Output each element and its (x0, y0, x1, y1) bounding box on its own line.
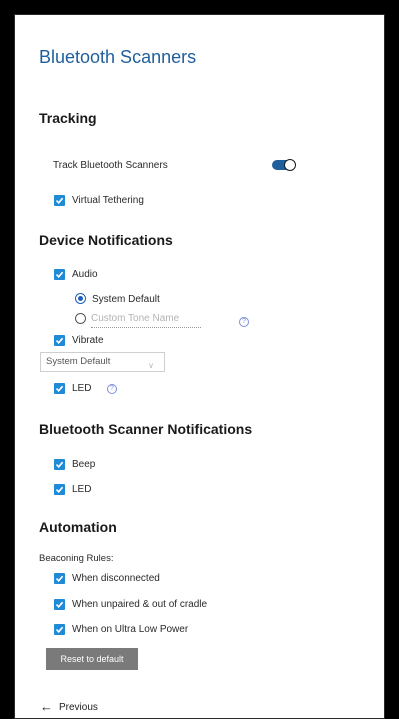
vibrate-checkbox[interactable] (54, 335, 65, 346)
settings-panel: Bluetooth Scanners Tracking Track Blueto… (14, 14, 385, 719)
system-default-radio[interactable] (75, 293, 86, 304)
device-led-checkbox[interactable] (54, 383, 65, 394)
vibrate-label: Vibrate (72, 335, 104, 346)
vibrate-select[interactable]: System Default ∨ (40, 352, 165, 372)
rule-label-unpaired: When unpaired & out of cradle (72, 599, 208, 610)
toggle-knob (284, 159, 296, 171)
previous-link[interactable]: ← Previous (40, 698, 98, 714)
rule-label-disconnected: When disconnected (72, 573, 160, 584)
page-title: Bluetooth Scanners (39, 47, 197, 67)
system-default-label: System Default (92, 294, 160, 305)
track-scanners-label: Track Bluetooth Scanners (53, 160, 168, 171)
scanner-notifications-heading: Bluetooth Scanner Notifications (39, 421, 253, 437)
audio-checkbox[interactable] (54, 269, 65, 280)
vibrate-select-value: System Default (46, 356, 111, 367)
scanner-led-label: LED (72, 484, 92, 495)
beep-checkbox[interactable] (54, 459, 65, 470)
arrow-left-icon: ← (40, 699, 53, 714)
rule-label-ultra-low-power: When on Ultra Low Power (72, 624, 189, 635)
reset-to-default-button[interactable]: Reset to default (46, 648, 138, 670)
virtual-tethering-label: Virtual Tethering (72, 195, 144, 206)
custom-tone-radio[interactable] (75, 313, 86, 324)
automation-heading: Automation (39, 519, 117, 535)
rule-checkbox-disconnected[interactable] (54, 573, 65, 584)
custom-tone-input[interactable]: Custom Tone Name (91, 313, 201, 328)
beep-label: Beep (72, 459, 96, 470)
custom-tone-placeholder: Custom Tone Name (91, 313, 180, 324)
tracking-heading: Tracking (39, 110, 97, 126)
device-led-label: LED (72, 383, 92, 394)
rule-checkbox-unpaired[interactable] (54, 599, 65, 610)
scanner-led-checkbox[interactable] (54, 484, 65, 495)
rule-checkbox-ultra-low-power[interactable] (54, 624, 65, 635)
audio-label: Audio (72, 269, 98, 280)
beaconing-rules-label: Beaconing Rules: (39, 553, 114, 564)
custom-tone-help-icon[interactable]: ? (239, 317, 249, 327)
previous-label: Previous (59, 702, 98, 713)
device-notifications-heading: Device Notifications (39, 232, 173, 248)
virtual-tethering-checkbox[interactable] (54, 195, 65, 206)
led-help-icon[interactable]: ? (107, 384, 117, 394)
chevron-down-icon: ∨ (148, 361, 154, 370)
track-scanners-toggle[interactable] (272, 158, 302, 174)
